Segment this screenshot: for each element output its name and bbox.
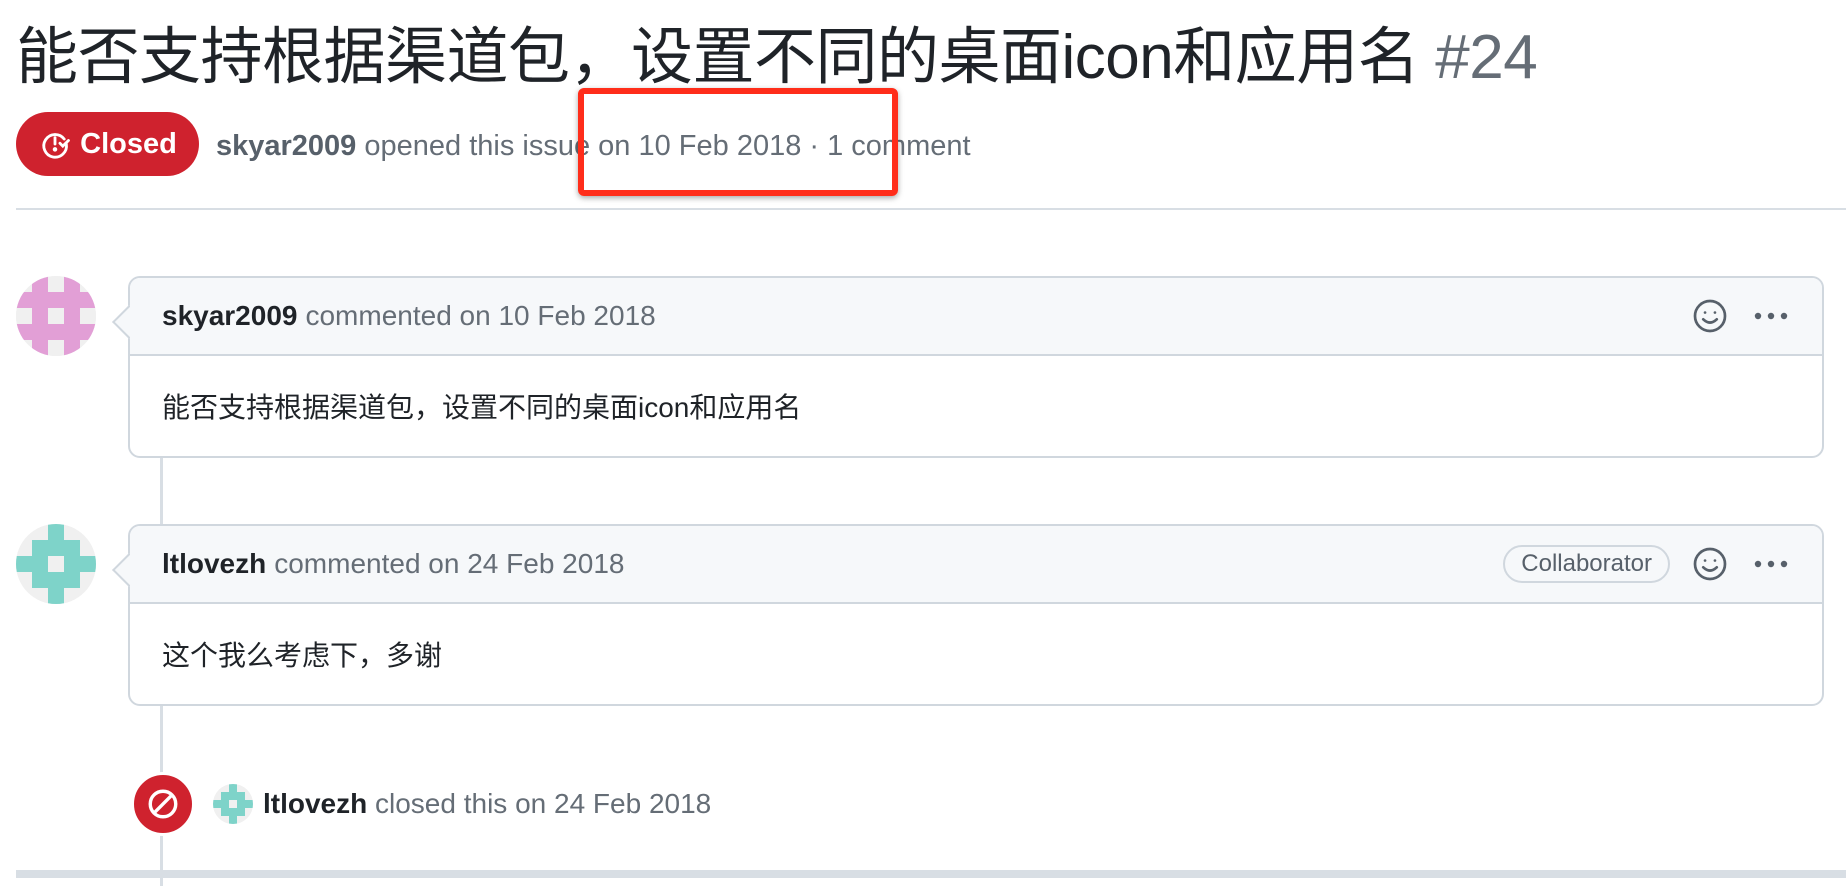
smiley-icon[interactable] bbox=[1692, 298, 1728, 334]
comment-body: 能否支持根据渠道包，设置不同的桌面icon和应用名 bbox=[162, 392, 802, 423]
close-event: ltlovezh closed this on 24 Feb 2018 bbox=[131, 772, 711, 836]
comment-actions bbox=[1692, 278, 1790, 354]
comment-timestamp[interactable]: commented on 10 Feb 2018 bbox=[305, 300, 655, 332]
comment-body: 这个我么考虑下，多谢 bbox=[162, 640, 443, 671]
issue-title-text: 能否支持根据渠道包，设置不同的桌面icon和应用名 bbox=[16, 23, 1420, 92]
issue-number: #24 bbox=[1435, 23, 1538, 92]
collaborator-badge: Collaborator bbox=[1503, 545, 1670, 583]
close-event-description: closed this on 24 Feb 2018 bbox=[375, 788, 712, 819]
issue-author-link[interactable]: skyar2009 bbox=[216, 130, 356, 162]
bottom-divider bbox=[16, 870, 1846, 878]
comment-actions: Collaborator bbox=[1503, 526, 1790, 602]
smiley-icon[interactable] bbox=[1692, 546, 1728, 582]
avatar-ltlovezh-small[interactable] bbox=[213, 784, 253, 824]
issue-state-badge: Closed bbox=[16, 112, 199, 176]
close-event-text: ltlovezh closed this on 24 Feb 2018 bbox=[263, 788, 711, 820]
issue-title: 能否支持根据渠道包，设置不同的桌面icon和应用名 #24 bbox=[16, 18, 1538, 98]
comment-card: ltlovezh commented on 24 Feb 2018 Collab… bbox=[112, 524, 1824, 706]
comment-author-link[interactable]: skyar2009 bbox=[162, 300, 297, 332]
comment-author-link[interactable]: ltlovezh bbox=[162, 548, 266, 580]
avatar-ltlovezh[interactable] bbox=[16, 524, 96, 604]
header-divider bbox=[16, 208, 1846, 210]
comment-timestamp[interactable]: commented on 24 Feb 2018 bbox=[274, 548, 624, 580]
comment-card: skyar2009 commented on 10 Feb 2018 能否支持根… bbox=[112, 276, 1824, 458]
issue-page: 能否支持根据渠道包，设置不同的桌面icon和应用名 #24 Closed skya… bbox=[0, 0, 1846, 886]
annotation-highlight-box bbox=[578, 88, 898, 196]
kebab-horizontal-icon[interactable] bbox=[1752, 558, 1790, 570]
issue-state-label: Closed bbox=[80, 127, 177, 160]
circle-slash-icon bbox=[131, 772, 195, 836]
kebab-horizontal-icon[interactable] bbox=[1752, 310, 1790, 322]
close-event-author-link[interactable]: ltlovezh bbox=[263, 788, 367, 819]
comment-header: ltlovezh commented on 24 Feb 2018 Collab… bbox=[130, 526, 1822, 604]
comment-header: skyar2009 commented on 10 Feb 2018 bbox=[130, 278, 1822, 356]
issue-closed-icon bbox=[42, 133, 71, 159]
avatar-skyar2009[interactable] bbox=[16, 276, 96, 356]
